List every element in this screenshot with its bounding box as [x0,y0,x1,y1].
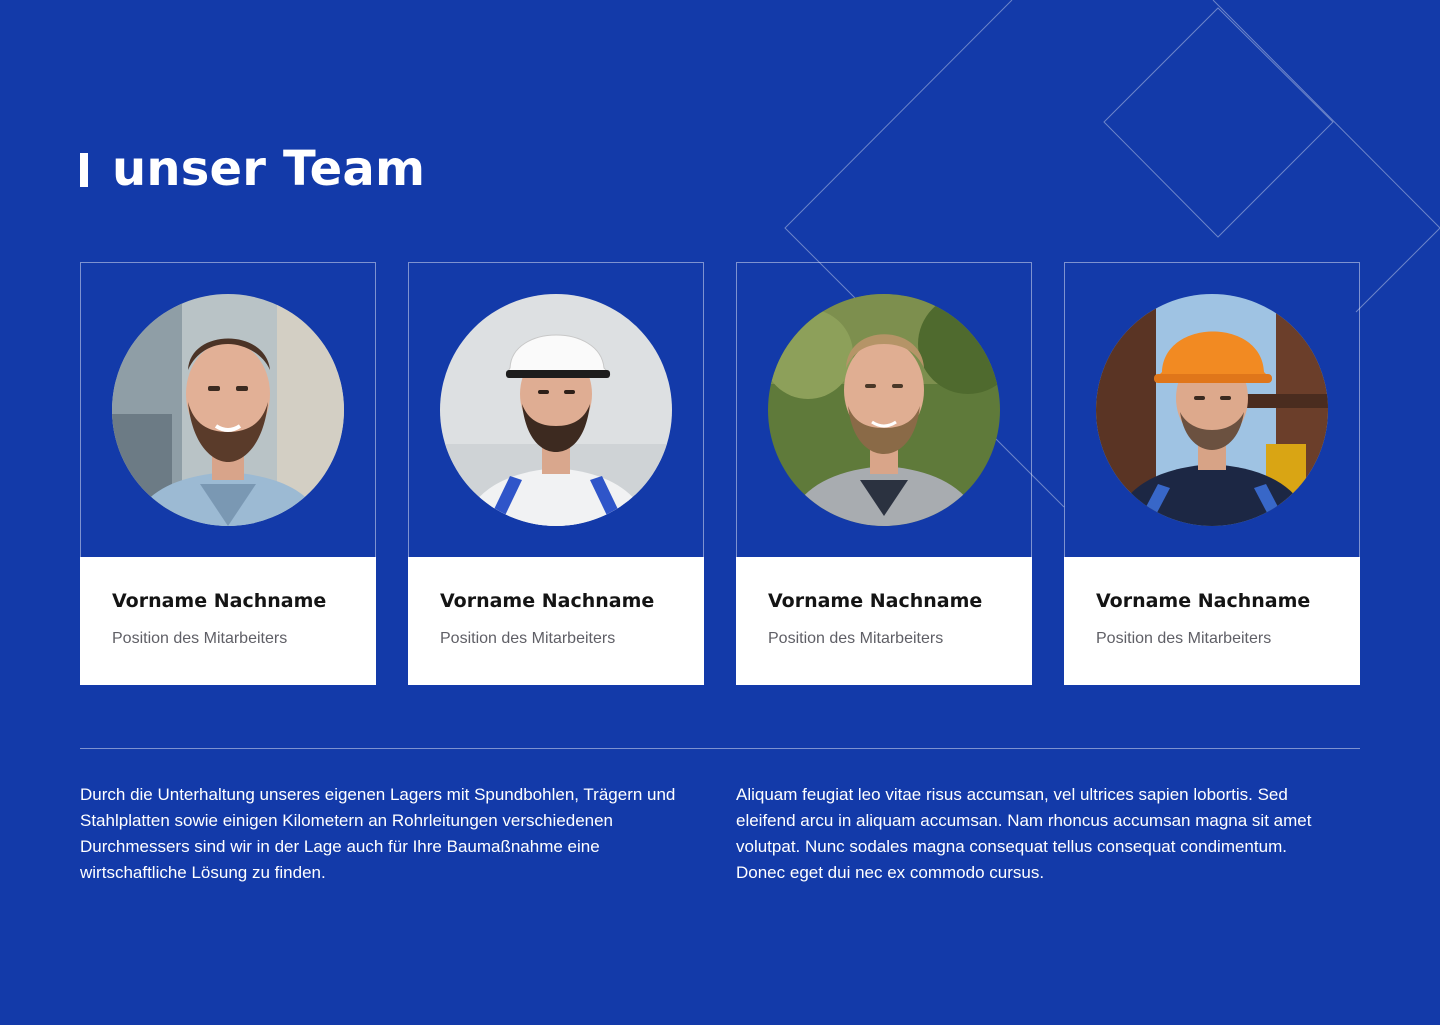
portrait-worker-white-helmet [440,294,672,526]
team-member-photo [768,294,1000,526]
team-card-photo-area [1064,262,1360,558]
team-member-position: Position des Mitarbeiters [768,630,944,647]
section-heading: unser Team [80,136,425,202]
team-card: Vorname Nachname Position des Mitarbeite… [80,262,376,685]
team-card-info: Vorname Nachname Position des Mitarbeite… [80,557,376,685]
portrait-man-beard-hoodie [112,294,344,526]
team-member-photo [112,294,344,526]
team-member-name: Vorname Nachname [768,590,983,612]
team-card-info: Vorname Nachname Position des Mitarbeite… [1064,557,1360,685]
team-member-photo [440,294,672,526]
team-card-photo-area [408,262,704,558]
portrait-worker-orange-helmet [1096,294,1328,526]
team-card-photo-area [80,262,376,558]
team-card: Vorname Nachname Position des Mitarbeite… [408,262,704,685]
team-member-name: Vorname Nachname [1096,590,1311,612]
team-member-photo [1096,294,1328,526]
team-card-photo-area [736,262,1032,558]
team-card: Vorname Nachname Position des Mitarbeite… [1064,262,1360,685]
team-grid: Vorname Nachname Position des Mitarbeite… [80,262,1360,685]
team-member-name: Vorname Nachname [440,590,655,612]
heading-accent-bar [80,153,88,187]
team-member-position: Position des Mitarbeiters [112,630,288,647]
body-text-left: Durch die Unterhaltung unseres eigenen L… [80,785,676,882]
team-card: Vorname Nachname Position des Mitarbeite… [736,262,1032,685]
portrait-man-gray-hoodie [768,294,1000,526]
team-card-info: Vorname Nachname Position des Mitarbeite… [408,557,704,685]
body-text-right: Aliquam feugiat leo vitae risus accumsan… [736,785,1312,882]
section-title: unser Team [112,141,426,197]
team-member-position: Position des Mitarbeiters [1096,630,1272,647]
team-member-position: Position des Mitarbeiters [440,630,616,647]
section-divider [80,748,1360,749]
team-member-name: Vorname Nachname [112,590,327,612]
team-card-info: Vorname Nachname Position des Mitarbeite… [736,557,1032,685]
